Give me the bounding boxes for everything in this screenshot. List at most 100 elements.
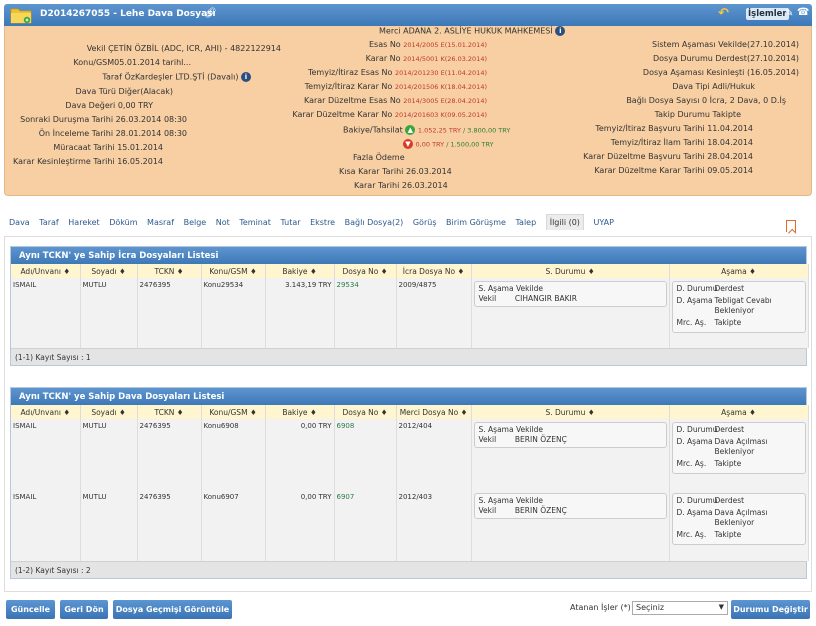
folder-icon bbox=[10, 8, 32, 24]
info-takip-durumu: Takip Durumu Takipte bbox=[654, 110, 741, 119]
column-header[interactable]: Konu/GSM ♦ bbox=[201, 264, 266, 278]
icra-files-panel: Aynı TCKN' ye Sahip İcra Dosyaları Liste… bbox=[10, 246, 809, 366]
column-header[interactable]: S. Durumu ♦ bbox=[471, 264, 670, 278]
assigned-tasks-select[interactable]: Seçiniz ▼ bbox=[632, 601, 728, 615]
cell-konu: Konu29534 bbox=[201, 278, 266, 348]
cell-tckn: 2476395 bbox=[137, 419, 202, 490]
column-header[interactable]: Aşama ♦ bbox=[669, 264, 809, 278]
column-header[interactable]: Dosya No ♦ bbox=[334, 264, 397, 278]
cell-bakiye: 0,00 TRY bbox=[265, 419, 335, 490]
sort-icon: ♦ bbox=[176, 407, 184, 417]
info-karar-duzeltme-karar-no: Karar Düzeltme Karar No 2014/201603 K(09… bbox=[292, 110, 487, 119]
info-sonraki-durusma: Sonraki Duruşma Tarihi 26.03.2014 08:30 bbox=[20, 115, 187, 124]
info-temyiz-karar-no: Temyiz/İtiraz Karar No 2014/201506 K(18.… bbox=[304, 82, 487, 91]
cell-konu: Konu6908 bbox=[201, 419, 266, 490]
info-dava-turu: Dava Türü Diğer(Alacak) bbox=[75, 87, 173, 96]
sort-icon: ♦ bbox=[380, 407, 388, 417]
tab-taraf[interactable]: Taraf bbox=[39, 215, 58, 230]
column-header[interactable]: Adı/Unvanı ♦ bbox=[11, 405, 81, 419]
cell-soyad: MUTLU bbox=[80, 490, 138, 561]
info-sistem-asamasi: Sistem Aşaması Vekilde(27.10.2014) bbox=[652, 40, 799, 49]
icra-record-count: (1-1) Kayıt Sayısı : 1 bbox=[11, 348, 806, 365]
tab-tutar[interactable]: Tutar bbox=[280, 215, 300, 230]
dosya-link[interactable]: 29534 bbox=[337, 281, 359, 289]
info-bagli-dosya-sayisi: Bağlı Dosya Sayısı 0 İcra, 2 Dava, 0 D.İ… bbox=[626, 96, 786, 105]
actions-menu-button[interactable]: İşlemler bbox=[746, 8, 789, 20]
tab-uyap[interactable]: UYAP bbox=[593, 215, 613, 230]
column-header[interactable]: Soyadı ♦ bbox=[80, 264, 138, 278]
column-header[interactable]: Bakiye ♦ bbox=[265, 264, 335, 278]
sort-icon: ♦ bbox=[587, 266, 595, 276]
column-header[interactable]: Bakiye ♦ bbox=[265, 405, 335, 419]
info-dosya-asamasi: Dosya Aşaması Kesinleşti (16.05.2014) bbox=[642, 68, 799, 77]
link-icon[interactable]: 🔗︎ bbox=[204, 8, 217, 19]
column-header[interactable]: Konu/GSM ♦ bbox=[201, 405, 266, 419]
cell-durum: S. Aşama Vekilde Vekil BERIN ÖZENÇ bbox=[471, 490, 670, 561]
assigned-tasks-label: Atanan İşler (*) bbox=[570, 603, 631, 612]
update-button[interactable]: Güncelle bbox=[6, 600, 55, 619]
info-karar-duzeltme-esas-no: Karar Düzeltme Esas No 2014/3005 E(28.04… bbox=[303, 96, 487, 105]
undo-icon[interactable]: ↶ bbox=[718, 6, 729, 21]
dava-panel-title: Aynı TCKN' ye Sahip Dava Dosyaları Liste… bbox=[11, 388, 806, 405]
info-temyiz-ilam: Temyiz/İtiraz İlam Tarihi 18.04.2014 bbox=[610, 138, 753, 147]
cell-dosya: 6907 bbox=[334, 490, 397, 561]
tab-ekstre[interactable]: Ekstre bbox=[310, 215, 335, 230]
column-header[interactable]: TCKN ♦ bbox=[137, 405, 202, 419]
bookmark-icon[interactable] bbox=[786, 220, 796, 232]
edit-icon[interactable]: ✎ bbox=[785, 8, 793, 19]
sort-icon: ♦ bbox=[176, 266, 184, 276]
info-konu: Konu/GSM05.01.2014 tarihl... bbox=[73, 58, 191, 67]
info-dava-tipi: Dava Tipi Adli/Hukuk bbox=[672, 82, 755, 91]
column-header[interactable]: Soyadı ♦ bbox=[80, 405, 138, 419]
cell-durum: S. Aşama Vekilde Vekil CIHANGIR BAKIR bbox=[471, 278, 670, 348]
caret-down-icon: ▼ bbox=[718, 603, 724, 611]
info-tahsilat: ▼ 0,00 TRY / 1.500,00 TRY bbox=[403, 139, 494, 149]
info-karar-duzeltme-karar-tarihi: Karar Düzeltme Karar Tarihi 09.05.2014 bbox=[594, 166, 753, 175]
file-history-button[interactable]: Dosya Geçmişi Görüntüle bbox=[113, 600, 232, 619]
phone-icon[interactable]: ☎ bbox=[797, 7, 809, 18]
dosya-link[interactable]: 6908 bbox=[337, 422, 355, 430]
tab-dokum[interactable]: Döküm bbox=[109, 215, 137, 230]
tab-ilgili[interactable]: İlgili (0) bbox=[545, 214, 584, 230]
column-header[interactable]: Dosya No ♦ bbox=[334, 405, 397, 419]
icra-panel-title: Aynı TCKN' ye Sahip İcra Dosyaları Liste… bbox=[11, 247, 806, 264]
info-karar-no: Karar No 2014/5001 K(26.03.2014) bbox=[365, 54, 487, 63]
tab-belge[interactable]: Belge bbox=[184, 215, 207, 230]
table-row[interactable]: ISMAIL MUTLU 2476395 Konu6907 0,00 TRY 6… bbox=[11, 490, 809, 561]
tab-bagli-dosya[interactable]: Bağlı Dosya(2) bbox=[345, 215, 404, 230]
info-temyiz-esas-no: Temyiz/İtiraz Esas No 2014/201230 E(11.0… bbox=[307, 68, 487, 77]
table-row[interactable]: ISMAIL MUTLU 2476395 Konu29534 3.143,19 … bbox=[11, 278, 809, 348]
tab-dava[interactable]: Dava bbox=[9, 215, 30, 230]
change-status-button[interactable]: Durumu Değiştir bbox=[731, 600, 810, 619]
file-header-bar: D2014267055 - Lehe Dava Dosyası 🔗︎ ↶ İşl… bbox=[4, 4, 812, 26]
column-header[interactable]: TCKN ♦ bbox=[137, 264, 202, 278]
table-row[interactable]: ISMAIL MUTLU 2476395 Konu6908 0,00 TRY 6… bbox=[11, 419, 809, 490]
info-kisa-karar: Kısa Karar Tarihi 26.03.2014 bbox=[339, 167, 452, 176]
sort-icon: ♦ bbox=[587, 407, 595, 417]
back-button[interactable]: Geri Dön bbox=[60, 600, 108, 619]
column-header[interactable]: Adı/Unvanı ♦ bbox=[11, 264, 81, 278]
tab-hareket[interactable]: Hareket bbox=[68, 215, 99, 230]
tab-birim-gorusme[interactable]: Birim Görüşme bbox=[446, 215, 506, 230]
dosya-link[interactable]: 6907 bbox=[337, 493, 355, 501]
arrow-down-icon: ▼ bbox=[403, 139, 413, 149]
column-header[interactable]: Merci Dosya No ♦ bbox=[396, 405, 472, 419]
tab-teminat[interactable]: Teminat bbox=[239, 215, 271, 230]
column-header[interactable]: Aşama ♦ bbox=[669, 405, 809, 419]
tab-not[interactable]: Not bbox=[216, 215, 230, 230]
info-icon[interactable]: i bbox=[241, 72, 251, 82]
cell-bakiye: 3.143,19 TRY bbox=[265, 278, 335, 348]
info-fazla-odeme: Fazla Ödeme bbox=[353, 153, 405, 162]
tab-masraf[interactable]: Masraf bbox=[147, 215, 174, 230]
status-box: S. Aşama Vekilde Vekil CIHANGIR BAKIR bbox=[473, 281, 667, 307]
tab-gorus[interactable]: Görüş bbox=[413, 215, 437, 230]
column-header[interactable]: S. Durumu ♦ bbox=[471, 405, 670, 419]
dava-record-count: (1-2) Kayıt Sayısı : 2 bbox=[11, 561, 806, 578]
info-icon[interactable]: i bbox=[555, 26, 566, 36]
tab-talep[interactable]: Talep bbox=[515, 215, 536, 230]
column-header[interactable]: İcra Dosya No ♦ bbox=[396, 264, 472, 278]
cell-merci-dosya: 2012/403 bbox=[396, 490, 472, 561]
sort-icon: ♦ bbox=[249, 266, 257, 276]
cell-konu: Konu6907 bbox=[201, 490, 266, 561]
cell-soyad: MUTLU bbox=[80, 278, 138, 348]
